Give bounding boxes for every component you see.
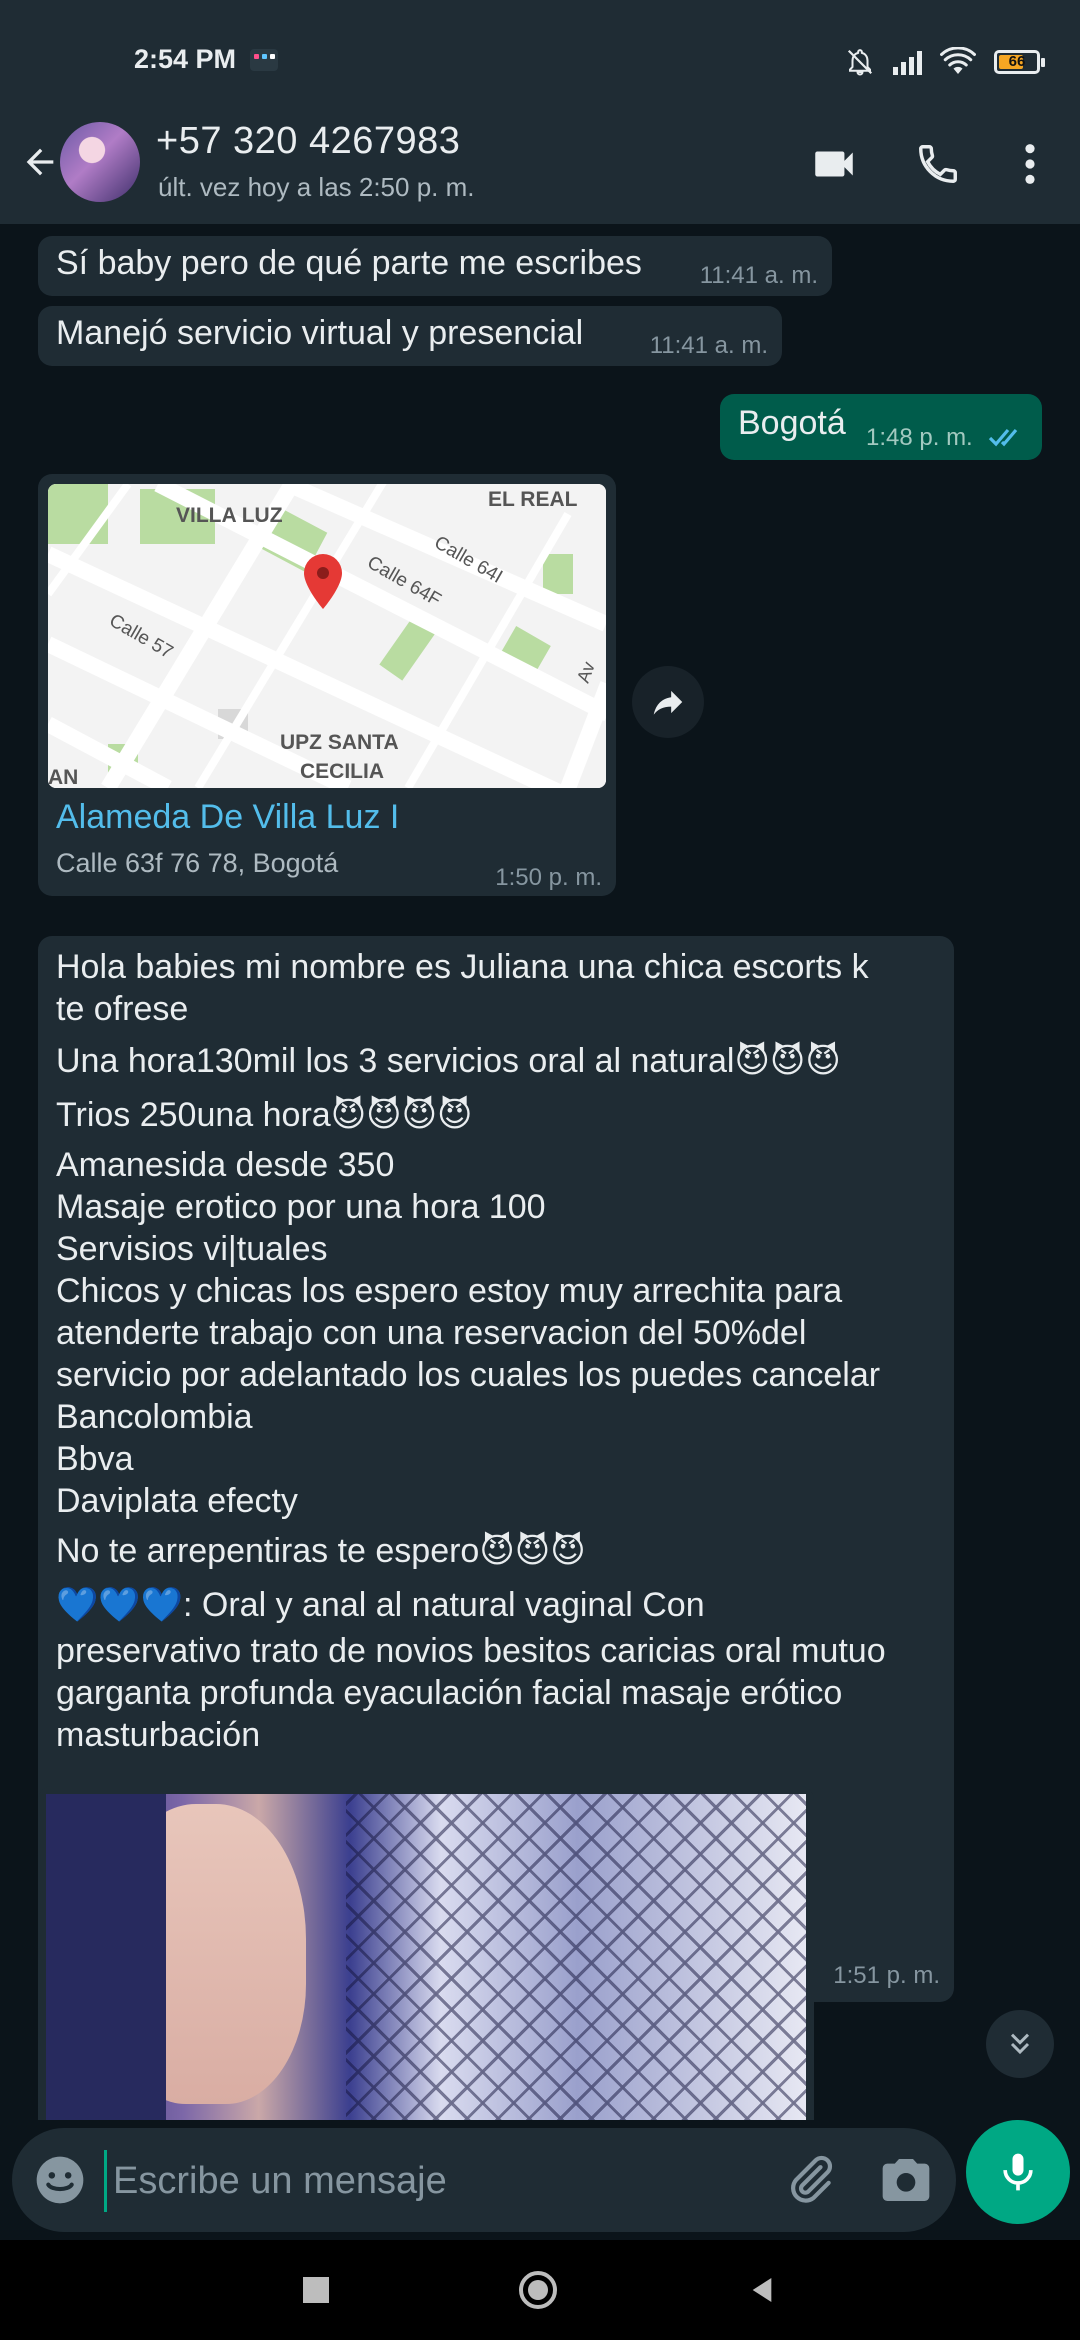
message-line: garganta profunda eyaculación facial mas… [56,1674,843,1712]
back-triangle-icon[interactable] [742,2270,782,2310]
avatar[interactable] [60,122,140,202]
message-line: Chicos y chicas los espero estoy muy arr… [56,1272,843,1310]
message-line: No te arrepentiras te espero😈😈😈 [56,1532,586,1570]
read-ticks-icon [988,428,1018,447]
more-options-icon[interactable] [1000,134,1060,194]
status-bar: 2:54 PM 66 [0,0,1080,100]
message-time: 1:48 p. m. [866,424,973,451]
back-arrow-icon[interactable] [14,136,66,188]
message-time: 1:51 p. m. [833,1962,940,1989]
attach-icon[interactable] [782,2152,838,2208]
location-map[interactable]: VILLA LUZ EL REAL Calle 64I Calle 64F Ca… [48,484,606,788]
message-composer [12,2128,956,2232]
location-message-bubble[interactable]: VILLA LUZ EL REAL Calle 64I Calle 64F Ca… [38,474,616,896]
message-input[interactable] [104,2150,755,2212]
message-line: Una hora130mil los 3 servicios oral al n… [56,1042,841,1080]
status-icons: 66 [845,44,1045,80]
message-line: Trios 250una hora😈😈😈😈 [56,1096,473,1134]
message-text-block: Hola babies mi nombre es Juliana una chi… [56,946,936,1756]
voice-call-icon[interactable] [908,134,968,194]
message-line: 💙💙💙: Oral y anal al natural vaginal Con [56,1586,705,1624]
app-notification-icon [250,49,278,71]
double-chevron-down-icon [1010,2033,1030,2055]
photo-content [46,1794,166,2120]
message-line: masturbación [56,1716,261,1754]
mic-button[interactable] [966,2120,1070,2224]
contact-name[interactable]: +57 320 4267983 [156,120,460,163]
message-time: 11:41 a. m. [649,332,768,359]
map-label: EL REAL [488,488,578,511]
message-bubble-incoming[interactable]: Sí baby pero de qué parte me escribes 11… [38,236,832,296]
recents-square-icon[interactable] [296,2270,336,2310]
message-line: Amanesida desde 350 [56,1146,395,1184]
message-line: Daviplata efecty [56,1482,298,1520]
message-text: Manejó servicio virtual y presencial [56,314,584,352]
input-bar [0,2120,1080,2240]
mic-icon [1003,2153,1033,2191]
message-photo[interactable] [46,1794,806,2120]
bell-off-icon [847,49,873,76]
message-line: Hola babies mi nombre es Juliana una chi… [56,948,869,986]
home-circle-icon[interactable] [518,2270,558,2310]
message-line: atenderte trabajo con una reservacion de… [56,1314,807,1352]
message-time: 1:50 p. m. [495,864,602,891]
message-bubble-incoming[interactable]: Manejó servicio virtual y presencial 11:… [38,306,782,366]
chat-header: +57 320 4267983 últ. vez hoy a las 2:50 … [0,100,1080,224]
wifi-icon [940,47,976,74]
image-message-bubble[interactable] [38,1786,814,2120]
message-line: te ofrese [56,990,189,1028]
map-label: CECILIA [300,760,384,783]
forward-icon[interactable] [632,666,704,738]
message-line: Bancolombia [56,1398,253,1436]
message-text: Bogotá [738,404,846,442]
video-call-icon[interactable] [804,134,864,194]
chat-messages[interactable]: Sí baby pero de qué parte me escribes 11… [0,224,1080,2120]
message-line: Servisios vi|tuales [56,1230,328,1268]
message-line: Masaje erotico por una hora 100 [56,1188,546,1226]
message-line: preservativo trato de novios besitos car… [56,1632,886,1670]
status-time: 2:54 PM [134,44,237,74]
message-text: Sí baby pero de qué parte me escribes [56,244,642,282]
battery-icon: 66 [994,50,1045,74]
scroll-down-button[interactable] [986,2010,1054,2078]
message-time: 11:41 a. m. [699,262,818,289]
map-label: AN [48,766,78,788]
system-nav-bar [0,2240,1080,2340]
battery-level: 66 [1008,53,1026,70]
emoji-icon[interactable] [32,2152,88,2208]
location-address: Calle 63f 76 78, Bogotá [56,848,339,878]
photo-content [346,1794,806,2120]
map-image: VILLA LUZ EL REAL Calle 64I Calle 64F Ca… [48,484,606,788]
message-line: Bbva [56,1440,134,1478]
location-name[interactable]: Alameda De Villa Luz I [56,798,399,837]
map-label: VILLA LUZ [176,504,283,527]
signal-icon [893,49,922,75]
camera-icon[interactable] [878,2152,934,2208]
map-label: UPZ SANTA [280,731,399,754]
message-bubble-outgoing[interactable]: Bogotá 1:48 p. m. [720,394,1042,460]
message-line: servicio por adelantado los cuales los p… [56,1356,881,1394]
last-seen-status[interactable]: últ. vez hoy a las 2:50 p. m. [158,172,475,203]
